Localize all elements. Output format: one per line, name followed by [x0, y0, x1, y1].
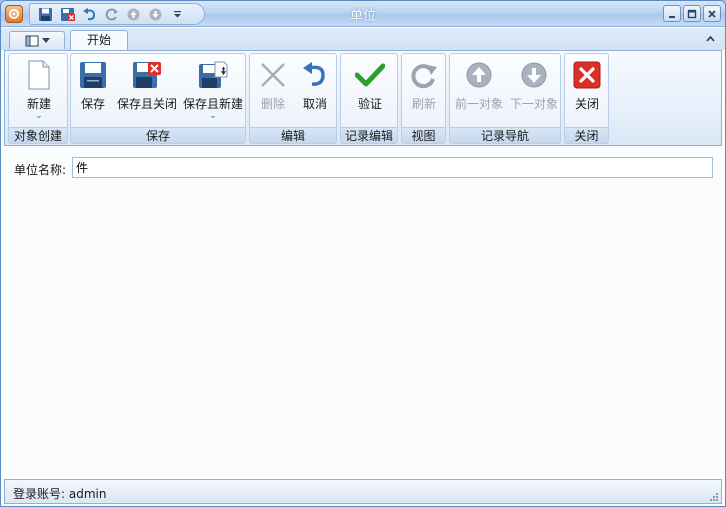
- cancel-button[interactable]: 取消: [296, 58, 334, 124]
- tab-start[interactable]: 开始: [70, 30, 128, 51]
- next-object-button[interactable]: 下一对象: [507, 58, 561, 124]
- next-object-label: 下一对象: [509, 97, 558, 111]
- group-label-edit: 编辑: [250, 127, 336, 143]
- new-dropdown-chevron-icon[interactable]: ⌄: [13, 112, 65, 121]
- delete-button[interactable]: 删除: [254, 58, 292, 124]
- group-record-edit: 验证 记录编辑: [340, 53, 398, 144]
- group-label-object-create: 对象创建: [9, 127, 67, 143]
- group-object-create: 新建 ⌄ 对象创建: [8, 53, 68, 144]
- previous-object-button[interactable]: 前一对象: [452, 58, 506, 124]
- window-title: 单位: [349, 9, 376, 24]
- save-and-new-label: 保存且新建: [183, 97, 244, 111]
- close-red-icon: [573, 61, 601, 89]
- ribbon-panel: 新建 ⌄ 对象创建 保存 保存且关闭 保存且新建 ⌄ 保存 删除 取消 编辑 验…: [4, 50, 722, 146]
- refresh-icon: [411, 64, 437, 89]
- group-save: 保存 保存且关闭 保存且新建 ⌄ 保存: [70, 53, 246, 144]
- undo-icon: [303, 62, 325, 86]
- group-record-navigation: 前一对象 下一对象 记录导航: [449, 53, 561, 144]
- save-close-icon: [133, 62, 161, 88]
- previous-object-label: 前一对象: [454, 97, 503, 111]
- new-document-icon: [28, 60, 50, 90]
- arrow-up-icon: [466, 62, 492, 88]
- close-button-label: 关闭: [574, 97, 599, 111]
- arrow-down-icon: [521, 62, 547, 88]
- resize-grip-icon[interactable]: [708, 490, 718, 501]
- save-new-dropdown-chevron-icon[interactable]: ⌄: [183, 112, 243, 121]
- save-and-new-button[interactable]: 保存且新建 ⌄: [183, 58, 243, 124]
- close-button[interactable]: 关闭: [568, 58, 606, 124]
- validate-button[interactable]: 验证: [345, 58, 395, 124]
- chevron-down-icon: [41, 37, 50, 43]
- group-label-close: 关闭: [565, 127, 608, 143]
- close-window-button[interactable]: [703, 5, 721, 22]
- refresh-button[interactable]: 刷新: [405, 58, 443, 124]
- ribbon-collapse-icon[interactable]: [706, 32, 715, 45]
- refresh-button-label: 刷新: [411, 97, 436, 111]
- login-account-status: 登录账号: admin: [13, 487, 107, 501]
- group-label-record-edit: 记录编辑: [341, 127, 397, 143]
- group-label-record-navigation: 记录导航: [450, 127, 560, 143]
- group-view: 刷新 视图: [401, 53, 446, 144]
- save-and-close-button[interactable]: 保存且关闭: [115, 58, 179, 124]
- group-label-view: 视图: [402, 127, 445, 143]
- validate-button-label: 验证: [357, 97, 382, 111]
- save-button-label: 保存: [80, 97, 105, 111]
- form-area: 单位名称:: [4, 147, 722, 477]
- save-new-icon: [199, 61, 228, 88]
- group-close: 关闭 关闭: [564, 53, 609, 144]
- app-window: 单位 开始 新建 ⌄ 对象创建 保存 保存且关闭 保存且新建 ⌄ 保存 删除 取…: [0, 0, 726, 507]
- save-icon: [80, 62, 106, 88]
- cancel-button-label: 取消: [302, 97, 327, 111]
- minimize-button[interactable]: [663, 5, 681, 22]
- ribbon-tab-strip: 开始: [1, 28, 725, 51]
- unit-name-input[interactable]: [72, 157, 713, 178]
- save-button[interactable]: 保存: [75, 58, 111, 124]
- window-controls: [663, 5, 721, 22]
- save-and-close-label: 保存且关闭: [116, 97, 177, 111]
- status-bar: 登录账号: admin: [4, 479, 722, 504]
- unit-name-label: 单位名称:: [14, 163, 67, 177]
- delete-button-label: 删除: [260, 97, 285, 111]
- maximize-button[interactable]: [683, 5, 701, 22]
- panel-menu-icon: [25, 35, 38, 46]
- checkmark-icon: [355, 63, 385, 87]
- delete-icon: [261, 63, 285, 87]
- group-edit: 删除 取消 编辑: [249, 53, 337, 144]
- application-menu-button[interactable]: [9, 31, 65, 49]
- title-bar: 单位: [1, 1, 725, 27]
- new-button-label: 新建: [26, 97, 51, 111]
- group-label-save: 保存: [71, 127, 245, 143]
- new-button[interactable]: 新建 ⌄: [13, 58, 65, 124]
